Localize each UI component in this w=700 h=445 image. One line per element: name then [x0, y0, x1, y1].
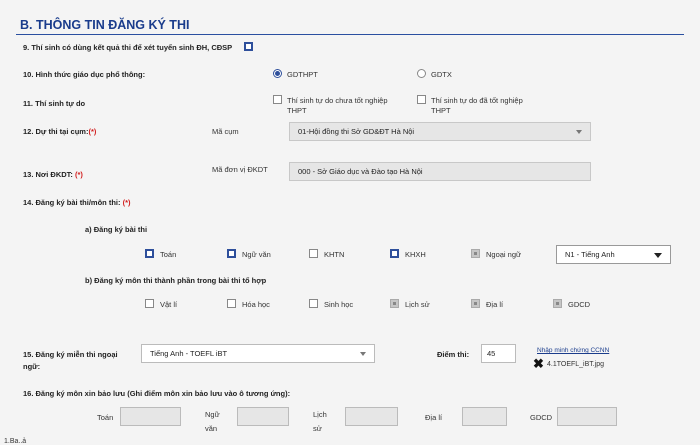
q14a-label: a) Đăng ký bài thi [85, 225, 148, 234]
q10-label: 10. Hình thức giáo dục phổ thông: [23, 70, 146, 79]
label-vat-li: Vật lí [160, 300, 178, 309]
foreign-language-value: N1 - Tiếng Anh [565, 250, 615, 259]
q11-label: 11. Thí sinh tự do [23, 99, 86, 108]
q15-label-line1: 15. Đăng ký miễn thi ngoại [23, 350, 118, 359]
reserve-gdcd-input[interactable] [557, 407, 617, 426]
attached-file-name[interactable]: 4.1TOEFL_iBT.jpg [547, 361, 604, 368]
q11-option1-label-line2: THPT [287, 106, 307, 115]
q11-option2-checkbox[interactable] [417, 95, 426, 104]
exam-cluster-value: 01-Hội đồng thi Sở GD&ĐT Hà Nội [298, 127, 415, 136]
radio-gdthpt-label: GDTHPT [287, 70, 318, 79]
registration-unit-field[interactable]: 000 - Sở Giáo dục và Đào tạo Hà Nội [289, 162, 591, 181]
q13-label: 13. Nơi ĐKDT: (*) [23, 170, 83, 179]
q11-option2-label-line1: Thí sinh tự do đã tốt nghiệp [431, 96, 523, 105]
checkbox-toan[interactable] [145, 249, 154, 258]
checkbox-gdcd[interactable] [553, 299, 562, 308]
checkbox-dia-li[interactable] [471, 299, 480, 308]
q13-field-label: Mã đơn vị ĐKDT [212, 165, 268, 174]
language-certificate-value: Tiếng Anh - TOEFL iBT [150, 349, 228, 358]
q11-option1-label-line1: Thí sinh tự do chưa tốt nghiệp [287, 96, 388, 105]
reserve-ngu-van-label-1: Ngữ [205, 410, 220, 419]
label-ngu-van: Ngữ văn [242, 250, 271, 259]
footnote: 1.Ba..ả [4, 438, 27, 445]
reserve-lich-su-label-2: sử [313, 424, 322, 433]
checkbox-ngu-van[interactable] [227, 249, 236, 258]
radio-gdthpt[interactable] [273, 69, 282, 78]
reserve-gdcd-label: GDCD [530, 413, 553, 422]
label-khxh: KHXH [405, 250, 426, 259]
language-certificate-select[interactable]: Tiếng Anh - TOEFL iBT [141, 344, 375, 363]
reserve-lich-su-label-1: Lịch [313, 410, 327, 419]
label-lich-su: Lịch sử [405, 300, 430, 309]
checkbox-sinh-hoc[interactable] [309, 299, 318, 308]
q9-label: 9. Thí sinh có dùng kết quả thi để xét t… [23, 43, 233, 52]
close-icon[interactable]: ✖ [533, 357, 544, 370]
q11-option2-label-line2: THPT [431, 106, 451, 115]
radio-gdtx-label: GDTX [431, 70, 452, 79]
label-ngoai-ngu: Ngoại ngữ [486, 250, 522, 259]
checkbox-hoa-hoc[interactable] [227, 299, 236, 308]
section-title: B. THÔNG TIN ĐĂNG KÝ THI [20, 18, 190, 32]
exam-cluster-select[interactable]: 01-Hội đồng thi Sở GD&ĐT Hà Nội [289, 122, 591, 141]
reserve-toan-input[interactable] [120, 407, 181, 426]
score-label: Điểm thi: [437, 350, 470, 359]
registration-unit-value: 000 - Sở Giáo dục và Đào tạo Hà Nội [298, 167, 423, 176]
q14b-label: b) Đăng ký môn thi thành phần trong bài … [85, 276, 267, 285]
reserve-dia-li-input[interactable] [462, 407, 507, 426]
label-dia-li: Địa lí [486, 300, 504, 309]
chevron-down-icon [654, 253, 662, 258]
radio-gdtx[interactable] [417, 69, 426, 78]
label-gdcd: GDCD [568, 300, 591, 309]
checkbox-vat-li[interactable] [145, 299, 154, 308]
checkbox-ngoai-ngu[interactable] [471, 249, 480, 258]
label-toan: Toán [160, 250, 177, 259]
reserve-toan-label: Toán [97, 413, 114, 422]
reserve-ngu-van-label-2: văn [205, 424, 218, 433]
q14-label: 14. Đăng ký bài thi/môn thi: (*) [23, 198, 131, 207]
q15-label-line2: ngữ: [23, 362, 41, 371]
q12-label: 12. Dự thi tại cụm:(*) [23, 127, 97, 136]
chevron-down-icon [360, 352, 366, 356]
checkbox-khxh[interactable] [390, 249, 399, 258]
label-hoa-hoc: Hóa học [242, 300, 270, 309]
reserve-ngu-van-input[interactable] [237, 407, 289, 426]
checkbox-khtn[interactable] [309, 249, 318, 258]
q9-checkbox[interactable] [244, 42, 253, 51]
label-khtn: KHTN [324, 250, 345, 259]
reserve-lich-su-input[interactable] [345, 407, 398, 426]
chevron-down-icon [576, 130, 582, 134]
checkbox-lich-su[interactable] [390, 299, 399, 308]
score-input[interactable]: 45 [481, 344, 516, 363]
q12-field-label: Mã cụm [212, 127, 239, 136]
q11-option1-checkbox[interactable] [273, 95, 282, 104]
evidence-link[interactable]: Nhập minh chứng CCNN [537, 347, 609, 354]
foreign-language-select[interactable]: N1 - Tiếng Anh [556, 245, 671, 264]
label-sinh-hoc: Sinh học [324, 300, 354, 309]
reserve-dia-li-label: Địa lí [425, 413, 443, 422]
section-divider [16, 34, 684, 35]
q16-label: 16. Đăng ký môn xin bảo lưu (Ghi điểm mô… [23, 389, 291, 398]
